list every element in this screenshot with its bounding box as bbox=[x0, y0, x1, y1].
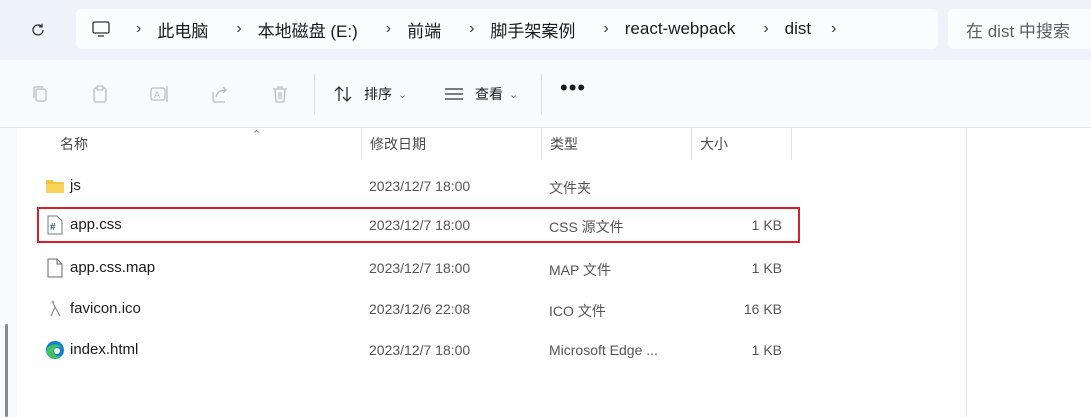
rename-icon[interactable]: A bbox=[148, 82, 172, 106]
file-name: js bbox=[70, 177, 81, 194]
file-row-highlighted[interactable]: # app.css 2023/12/7 18:00 CSS 源文件 1 KB bbox=[37, 207, 800, 243]
file-row[interactable]: app.css.map 2023/12/7 18:00 MAP 文件 1 KB bbox=[37, 250, 800, 286]
breadcrumb-item[interactable]: › dist bbox=[757, 19, 833, 39]
vertical-scrollbar[interactable] bbox=[5, 324, 8, 417]
file-date: 2023/12/6 22:08 bbox=[369, 301, 471, 317]
chevron-right-icon[interactable]: › bbox=[831, 20, 836, 38]
file-name: app.css bbox=[70, 216, 122, 233]
file-row[interactable]: index.html 2023/12/7 18:00 Microsoft Edg… bbox=[37, 332, 800, 368]
breadcrumb-item[interactable]: › 脚手架案例 bbox=[463, 17, 597, 42]
chevron-right-icon: › bbox=[469, 20, 475, 37]
command-bar: A 排序 ⌄ 查看 ⌄ ••• bbox=[0, 60, 1091, 128]
view-list-icon bbox=[443, 83, 465, 105]
chevron-down-icon: ⌄ bbox=[398, 88, 408, 101]
breadcrumb-item[interactable]: › react-webpack bbox=[597, 19, 757, 39]
breadcrumb-label[interactable]: 前端 bbox=[407, 17, 441, 42]
delete-icon[interactable] bbox=[268, 82, 292, 106]
column-header-label: 名称 bbox=[60, 136, 88, 152]
blank-file-icon bbox=[45, 258, 65, 278]
file-name: app.css.map bbox=[70, 259, 156, 276]
toolbar-divider bbox=[541, 74, 542, 114]
chevron-right-icon: › bbox=[763, 20, 769, 37]
share-icon[interactable] bbox=[208, 82, 232, 106]
file-row[interactable]: js 2023/12/7 18:00 文件夹 bbox=[37, 168, 800, 204]
file-size: 16 KB bbox=[743, 301, 782, 317]
breadcrumb-label[interactable]: 此电脑 bbox=[157, 17, 208, 42]
file-type: MAP 文件 bbox=[549, 262, 611, 278]
file-size: 1 KB bbox=[751, 342, 782, 358]
paste-icon[interactable] bbox=[88, 82, 112, 106]
column-header-label: 大小 bbox=[700, 136, 728, 152]
breadcrumb-item[interactable]: › 前端 bbox=[380, 17, 463, 42]
breadcrumb-label[interactable]: 脚手架案例 bbox=[490, 17, 575, 42]
copy-icon[interactable] bbox=[28, 82, 52, 106]
file-date: 2023/12/7 18:00 bbox=[369, 217, 471, 233]
file-name: index.html bbox=[70, 341, 139, 358]
view-menu-button[interactable]: 查看 ⌄ bbox=[443, 82, 518, 106]
file-date: 2023/12/7 18:00 bbox=[369, 260, 471, 276]
column-header-label: 类型 bbox=[550, 136, 578, 152]
css-file-icon: # bbox=[45, 215, 65, 235]
file-date: 2023/12/7 18:00 bbox=[369, 178, 471, 194]
file-row[interactable]: favicon.ico 2023/12/6 22:08 ICO 文件 16 KB bbox=[37, 291, 800, 327]
breadcrumb-item[interactable]: › 本地磁盘 (E:) bbox=[230, 17, 379, 42]
details-pane bbox=[966, 128, 1091, 417]
navigation-gutter bbox=[0, 128, 17, 417]
address-bar[interactable]: › 此电脑 › 本地磁盘 (E:) › 前端 › 脚手架案例 › react-webpac… bbox=[76, 9, 938, 49]
search-input[interactable]: 在 dist 中搜索 bbox=[948, 9, 1091, 49]
file-type: 文件夹 bbox=[549, 180, 591, 196]
file-type: ICO 文件 bbox=[549, 303, 606, 319]
chevron-right-icon: › bbox=[236, 20, 242, 37]
column-header-name[interactable]: 名称 ⌃ bbox=[52, 128, 362, 160]
chevron-down-icon: ⌄ bbox=[509, 88, 519, 101]
file-type: Microsoft Edge ... bbox=[549, 342, 658, 358]
sort-menu-button[interactable]: 排序 ⌄ bbox=[332, 82, 407, 106]
chevron-right-icon: › bbox=[385, 20, 392, 37]
breadcrumb-label[interactable]: dist bbox=[785, 19, 811, 39]
chevron-right-icon: › bbox=[136, 20, 142, 37]
toolbar-divider bbox=[314, 74, 315, 114]
edge-icon bbox=[45, 340, 65, 360]
breadcrumb-label[interactable]: react-webpack bbox=[625, 19, 736, 39]
breadcrumb-item[interactable]: › 此电脑 bbox=[130, 17, 230, 42]
computer-icon bbox=[92, 19, 112, 39]
image-file-icon bbox=[45, 299, 65, 319]
svg-text:#: # bbox=[50, 222, 56, 233]
column-header-label: 修改日期 bbox=[370, 136, 426, 152]
view-label: 查看 bbox=[475, 86, 503, 102]
column-header-size[interactable]: 大小 bbox=[691, 128, 792, 160]
file-date: 2023/12/7 18:00 bbox=[369, 342, 471, 358]
sort-ascending-icon: ⌃ bbox=[252, 129, 262, 141]
svg-text:A: A bbox=[154, 90, 160, 100]
sort-label: 排序 bbox=[364, 86, 392, 102]
file-type: CSS 源文件 bbox=[549, 219, 624, 235]
chevron-right-icon: › bbox=[603, 20, 609, 37]
refresh-icon[interactable] bbox=[26, 18, 50, 42]
column-header-type[interactable]: 类型 bbox=[541, 128, 691, 160]
file-size: 1 KB bbox=[751, 260, 782, 276]
folder-icon bbox=[45, 176, 65, 196]
breadcrumb-label[interactable]: 本地磁盘 (E:) bbox=[258, 17, 358, 42]
file-list-pane: 名称 ⌃ 修改日期 类型 大小 js 2023/12/7 18:00 文件夹 #… bbox=[0, 128, 1091, 417]
file-size: 1 KB bbox=[751, 217, 782, 233]
file-name: favicon.ico bbox=[70, 300, 141, 317]
address-row: › 此电脑 › 本地磁盘 (E:) › 前端 › 脚手架案例 › react-webpac… bbox=[0, 0, 1091, 60]
more-options-button[interactable]: ••• bbox=[560, 77, 585, 104]
sort-icon bbox=[332, 83, 354, 105]
column-header-date[interactable]: 修改日期 bbox=[361, 128, 541, 160]
